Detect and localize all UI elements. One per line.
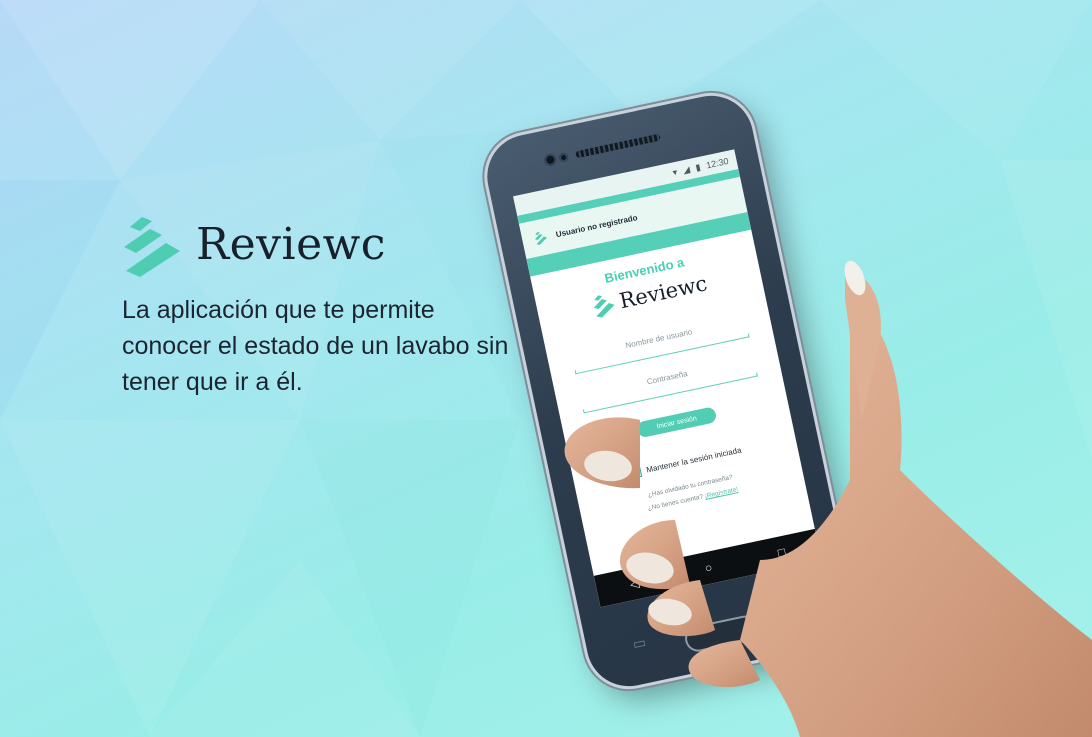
hand-illustration [564, 260, 1092, 737]
